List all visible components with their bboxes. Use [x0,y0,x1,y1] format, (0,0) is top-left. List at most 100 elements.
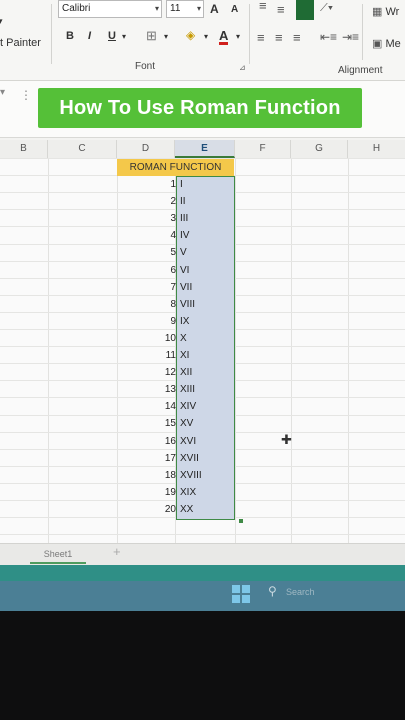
chevron-down-icon[interactable]: ▾ [122,32,126,41]
add-sheet-icon[interactable]: + [113,544,121,559]
title-banner: How To Use Roman Function [38,88,362,128]
chevron-down-icon[interactable]: ▾ [164,32,168,41]
column-header-c[interactable]: C [48,140,117,158]
font-group-label: Font [135,61,156,72]
align-center-icon[interactable]: ≡ [275,30,283,45]
orientation-icon[interactable]: ⟋▾ [320,2,333,15]
number-cell[interactable]: 2 [150,196,176,207]
number-cell[interactable]: 17 [150,453,176,464]
number-cell[interactable]: 1 [150,179,176,190]
number-cell[interactable]: 18 [150,470,176,481]
align-left-icon[interactable]: ≡ [257,30,265,45]
roman-cell[interactable]: X [180,333,234,344]
borders-icon[interactable]: ⊞ [146,28,157,44]
roman-cell[interactable]: VI [180,265,234,276]
roman-cell[interactable]: XIII [180,384,234,395]
align-right-icon[interactable]: ≡ [293,30,301,45]
column-header-g[interactable]: G [291,140,348,158]
merge-label: Me [385,38,401,50]
number-cell[interactable]: 16 [150,436,176,447]
format-painter-button[interactable]: t Painter [0,37,41,49]
roman-cell[interactable]: IX [180,316,234,327]
alignment-group-label: Alignment [338,65,383,76]
column-header-f[interactable]: F [235,140,291,158]
underline-button[interactable]: U [108,30,116,42]
status-bar [0,565,405,581]
number-cell[interactable]: 13 [150,384,176,395]
chevron-down-icon[interactable]: ▾ [236,32,240,41]
number-cell[interactable]: 15 [150,418,176,429]
roman-cell[interactable]: XVII [180,453,234,464]
roman-function-header[interactable]: ROMAN FUNCTION [117,159,234,176]
column-header-h[interactable]: H [348,140,405,158]
roman-cell[interactable]: I [180,179,234,190]
roman-cell[interactable]: XIV [180,401,234,412]
grid-line [48,158,49,543]
fill-color-icon[interactable]: ◈ [186,28,195,42]
dropdown-arrow-icon[interactable]: ▾ [0,16,3,27]
font-size-select[interactable]: 11 ▾ [166,0,204,18]
wrap-text-label: Wr [385,6,400,18]
selected-range[interactable] [176,176,235,520]
decrease-indent-icon[interactable]: ⇤≡ [320,30,337,44]
name-box-dropdown-icon[interactable]: ▾ [0,87,5,98]
roman-cell[interactable]: II [180,196,234,207]
roman-cell[interactable]: IV [180,230,234,241]
roman-cell[interactable]: XII [180,367,234,378]
chevron-down-icon: ▾ [154,4,159,13]
italic-button[interactable]: I [88,30,91,42]
roman-cell[interactable]: XIX [180,487,234,498]
roman-cell[interactable]: XVIII [180,470,234,481]
roman-cell[interactable]: XI [180,350,234,361]
column-header-d[interactable]: D [117,140,175,158]
divider [249,4,250,64]
number-cell[interactable]: 8 [150,299,176,310]
number-cell[interactable]: 19 [150,487,176,498]
roman-cell[interactable]: V [180,247,234,258]
bold-button[interactable]: B [66,30,74,42]
roman-cell[interactable]: XX [180,504,234,515]
divider [51,4,52,64]
roman-cell[interactable]: III [180,213,234,224]
taskbar [0,581,405,611]
dialog-launcher-icon[interactable]: ⊿ [239,63,246,72]
roman-cell[interactable]: XVI [180,436,234,447]
number-cell[interactable]: 3 [150,213,176,224]
align-middle-icon[interactable]: ≡ [277,2,285,17]
merge-button[interactable]: ▣ Me [372,37,401,50]
column-header-e[interactable]: E [175,140,235,158]
number-cell[interactable]: 7 [150,282,176,293]
number-cell[interactable]: 6 [150,265,176,276]
increase-font-button[interactable]: A [210,2,219,16]
roman-cell[interactable]: VII [180,282,234,293]
roman-cell[interactable]: XV [180,418,234,429]
number-cell[interactable]: 4 [150,230,176,241]
number-cell[interactable]: 12 [150,367,176,378]
sheet-tab[interactable]: Sheet1 [30,546,86,564]
font-name-value: Calibri [62,3,91,14]
taskbar-search[interactable]: Search [286,587,315,597]
column-header-b[interactable]: B [0,140,48,158]
windows-start-icon[interactable] [232,585,250,603]
number-cell[interactable]: 10 [150,333,176,344]
roman-cell[interactable]: VIII [180,299,234,310]
chevron-down-icon[interactable]: ▾ [204,32,208,41]
number-cell[interactable]: 20 [150,504,176,515]
number-cell[interactable]: 5 [150,247,176,258]
increase-indent-icon[interactable]: ⇥≡ [342,30,359,44]
wrap-text-button[interactable]: ▦ Wr [372,5,399,18]
number-cell[interactable]: 9 [150,316,176,327]
align-top-icon[interactable]: ≡ [259,0,267,13]
search-icon[interactable]: ⚲ [268,584,277,598]
align-bottom-button[interactable] [296,0,314,20]
fill-handle[interactable] [239,519,243,523]
ribbon: ▾ t Painter Calibri ▾ 11 ▾ A A B I U ▾ ⊞… [0,0,405,81]
more-options-icon[interactable]: ⋮ [20,88,32,102]
divider [362,4,363,60]
decrease-font-button[interactable]: A [231,4,238,15]
grid-line [0,534,405,536]
number-cell[interactable]: 11 [150,350,176,361]
number-cell[interactable]: 14 [150,401,176,412]
font-color-button[interactable]: A [219,29,229,45]
font-name-select[interactable]: Calibri ▾ [58,0,162,18]
